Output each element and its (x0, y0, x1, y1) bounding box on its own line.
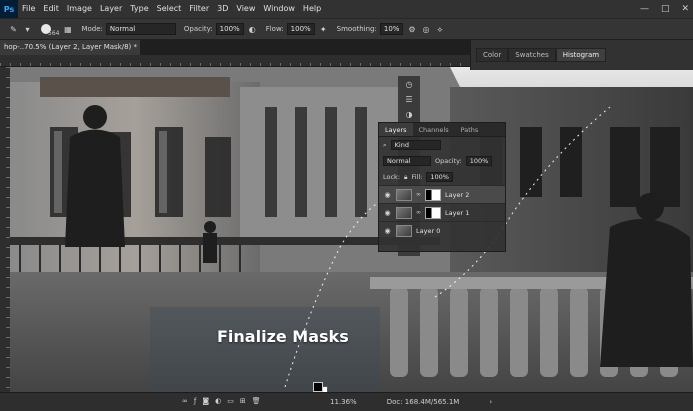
fill-field[interactable]: 100% (426, 172, 453, 182)
add-mask-icon[interactable]: ◙ (202, 397, 209, 405)
layer-panel-footer-icons: ∞ ƒ ◙ ◐ ▭ ⊞ 🗑︎ (182, 397, 261, 405)
link-icon[interactable]: ∞ (416, 191, 421, 198)
vertical-ruler[interactable] (0, 67, 10, 392)
tab-histogram[interactable]: Histogram (555, 48, 607, 62)
layer-name: Layer 1 (445, 208, 470, 217)
street-photo (10, 67, 693, 392)
flow-field[interactable]: 100% (286, 23, 315, 35)
properties-icon[interactable]: ☰ (405, 95, 412, 104)
menu-layer[interactable]: Layer (96, 0, 126, 18)
layer-mask-thumbnail[interactable] (425, 188, 441, 201)
layers-panel-tabs: Layers Channels Paths (379, 123, 505, 137)
menu-help[interactable]: Help (299, 0, 325, 18)
tab-swatches[interactable]: Swatches (508, 48, 556, 62)
zoom-level[interactable]: 11.36% (330, 398, 357, 406)
menu-type[interactable]: Type (126, 0, 152, 18)
maximize-icon[interactable]: □ (661, 4, 670, 14)
tutorial-caption: Finalize Masks (217, 327, 349, 346)
eye-icon[interactable]: ◉ (383, 209, 392, 217)
fx-icon[interactable]: ƒ (194, 397, 196, 405)
layer-name: Layer 2 (445, 190, 470, 199)
airbrush-icon[interactable]: ✦ (318, 24, 329, 35)
foreground-color-swatch[interactable] (313, 382, 323, 392)
link-icon[interactable]: ∞ (416, 209, 421, 216)
menu-3d[interactable]: 3D (213, 0, 232, 18)
status-bar: ∞ ƒ ◙ ◐ ▭ ⊞ 🗑︎ 11.36% Doc: 168.4M/565.1M… (0, 392, 693, 411)
pressure-size-icon[interactable]: ◎ (420, 24, 431, 35)
opacity-label: Opacity: (183, 25, 213, 33)
link-layers-icon[interactable]: ∞ (182, 397, 188, 405)
pressure-opacity-icon[interactable]: ◐ (247, 24, 258, 35)
horizontal-ruler[interactable] (0, 55, 470, 67)
search-icon: ⌕ (383, 140, 387, 149)
layer-row-layer-2[interactable]: ◉ ∞ Layer 2 (379, 185, 505, 203)
layer-row-layer-1[interactable]: ◉ ∞ Layer 1 (379, 203, 505, 221)
tab-paths[interactable]: Paths (455, 123, 485, 136)
tool-preset[interactable]: ✎ ▾ (8, 24, 33, 35)
tab-layers[interactable]: Layers (379, 123, 413, 136)
menu-window[interactable]: Window (259, 0, 299, 18)
tab-channels[interactable]: Channels (413, 123, 455, 136)
chevron-down-icon: ▾ (25, 24, 30, 34)
brush-size-value: 564 (48, 29, 60, 37)
group-icon[interactable]: ▭ (227, 397, 234, 405)
mode-label: Mode: (81, 25, 103, 33)
opacity-field[interactable]: 100% (215, 23, 244, 35)
layer-opacity-field[interactable]: 100% (465, 156, 493, 166)
layer-mask-thumbnail[interactable] (425, 206, 441, 219)
eye-icon[interactable]: ◉ (383, 227, 392, 235)
smoothing-field[interactable]: 10% (379, 23, 404, 35)
symmetry-icon[interactable]: ⟡ (434, 24, 445, 35)
brush-settings-icon[interactable]: ▦ (62, 24, 73, 35)
mode-select[interactable]: Normal (105, 23, 176, 35)
blend-row: Normal Opacity: 100% (379, 153, 505, 169)
close-icon[interactable]: ✕ (681, 4, 689, 14)
menu-select[interactable]: Select (153, 0, 186, 18)
tab-color[interactable]: Color (476, 48, 509, 62)
menu-filter[interactable]: Filter (185, 0, 213, 18)
adjustments-icon[interactable]: ◑ (406, 110, 413, 119)
menu-view[interactable]: View (232, 0, 259, 18)
document-tab-title: hop-..70.5% (Layer 2, Layer Mask/8) * (4, 43, 138, 51)
fill-label: Fill: (411, 173, 423, 181)
chevron-right-icon[interactable]: › (489, 398, 492, 406)
layers-panel: Layers Channels Paths ⌕ Kind Normal Opac… (378, 122, 506, 252)
document-size: Doc: 168.4M/565.1M (386, 398, 460, 406)
layer-thumbnail (396, 224, 412, 237)
blend-mode-select[interactable]: Normal (383, 156, 431, 166)
brush-tool-icon: ✎ (10, 24, 17, 34)
menu-edit[interactable]: Edit (39, 0, 63, 18)
layer-thumbnail (396, 188, 412, 201)
layer-name: Layer 0 (416, 226, 441, 235)
document-canvas[interactable] (10, 67, 693, 392)
smoothing-label: Smoothing: (336, 25, 377, 33)
brush-picker[interactable]: 564 ▦ (41, 22, 73, 37)
lock-icon[interactable]: 🔒︎ (404, 173, 407, 182)
layer-opacity-label: Opacity: (435, 157, 462, 165)
document-tab-bar: hop-..70.5% (Layer 2, Layer Mask/8) * ✕ (0, 40, 470, 55)
color-panel-tabs: Color Swatches Histogram (476, 48, 607, 62)
history-icon[interactable]: ◷ (406, 80, 413, 89)
eye-icon[interactable]: ◉ (383, 191, 392, 199)
menu-image[interactable]: Image (63, 0, 96, 18)
gear-icon[interactable]: ⚙ (406, 24, 417, 35)
lock-label: Lock: (383, 173, 401, 181)
menu-bar: Ps File Edit Image Layer Type Select Fil… (0, 0, 693, 18)
layer-thumbnail (396, 206, 412, 219)
filter-row: ⌕ Kind (379, 137, 505, 153)
document-tab[interactable]: hop-..70.5% (Layer 2, Layer Mask/8) * ✕ (0, 40, 140, 55)
photoshop-logo[interactable]: Ps (0, 0, 18, 18)
minimize-icon[interactable]: — (640, 4, 649, 14)
menu-file[interactable]: File (18, 0, 39, 18)
layer-row-layer-0[interactable]: ◉ Layer 0 (379, 221, 505, 239)
adjustment-layer-icon[interactable]: ◐ (215, 397, 221, 405)
lock-row: Lock: 🔒︎ Fill: 100% (379, 169, 505, 185)
kind-filter-select[interactable]: Kind (390, 140, 441, 150)
flow-label: Flow: (265, 25, 284, 33)
trash-icon[interactable]: 🗑︎ (252, 397, 261, 405)
new-layer-icon[interactable]: ⊞ (240, 397, 246, 405)
window-controls: — □ ✕ (640, 0, 689, 18)
options-bar: ✎ ▾ 564 ▦ Mode: Normal Opacity: 100% ◐ F… (0, 18, 693, 40)
